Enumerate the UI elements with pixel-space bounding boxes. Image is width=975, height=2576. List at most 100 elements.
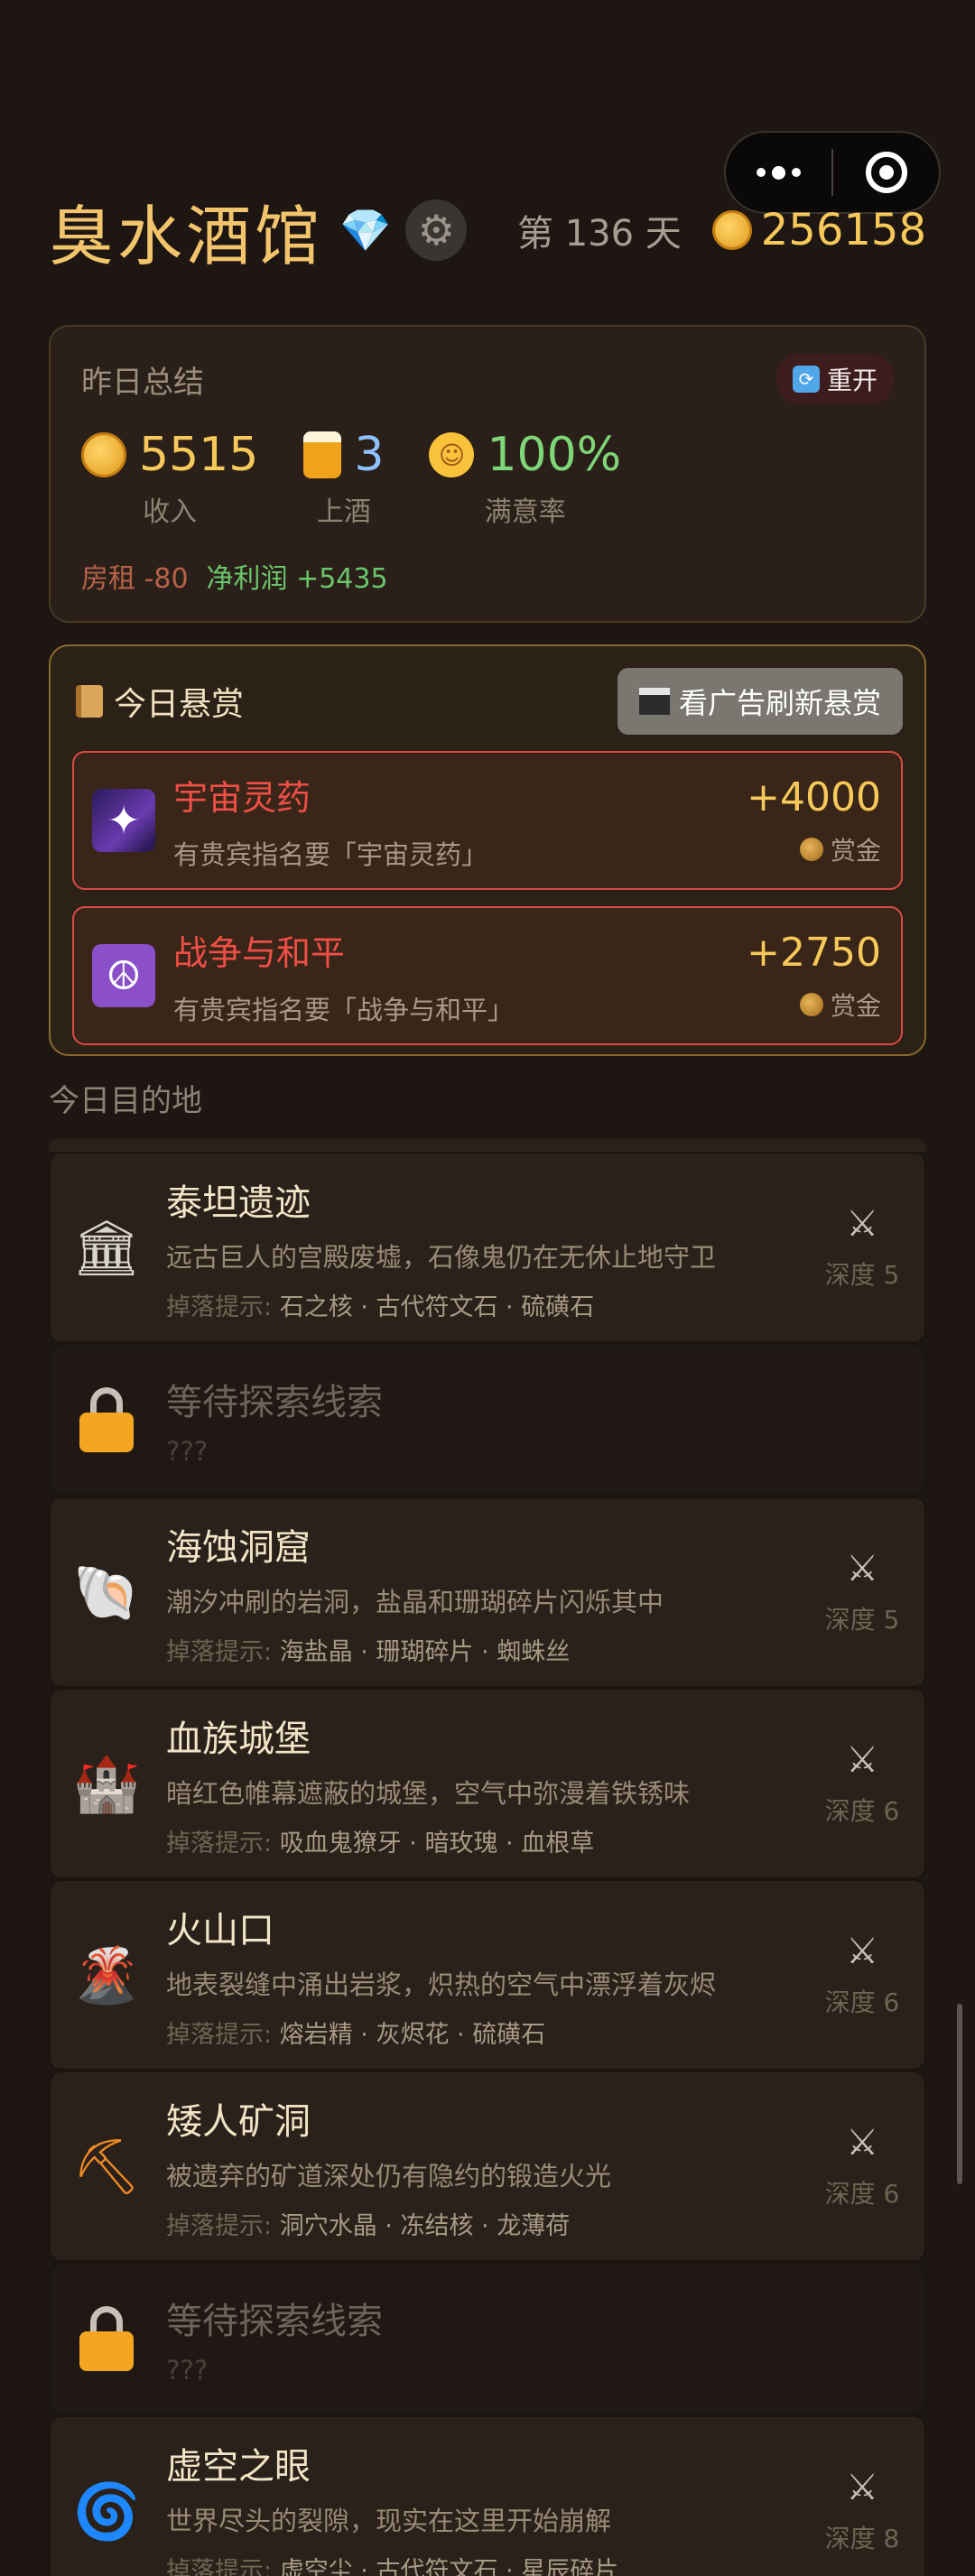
destination-name: 等待探索线索: [166, 2301, 383, 2342]
destination-item[interactable]: ⛏ 矮人矿洞 被遗弃的矿道深处仍有隐约的锻造火光 掉落提示: 洞穴水晶 · 冻结…: [49, 2071, 926, 2262]
drop-hint-label: 掉落提示:: [166, 2556, 273, 2576]
drop-hint-label: 掉落提示:: [166, 1293, 273, 1321]
vortex-icon: 🌀: [72, 2479, 141, 2544]
destination-name: 泰坦遗迹: [166, 1181, 311, 1224]
drop-hint-label: 掉落提示:: [166, 1637, 273, 1666]
bounty-item[interactable]: ☮ 战争与和平 有贵宾指名要「战争与和平」 +2750 赏金: [72, 906, 903, 1045]
destination-desc: ???: [166, 1436, 209, 1467]
bounty-amount: +4000: [747, 774, 881, 820]
drop-items: 吸血鬼獠牙 · 暗玫瑰 · 血根草: [279, 1829, 595, 1858]
summary-title: 昨日总结: [81, 364, 204, 401]
gold-amount: 256158: [760, 205, 926, 255]
destination-item[interactable]: 🌀 虚空之眼 世界尽头的裂隙，现实在这里开始崩解 掉落提示: 虚空尘 · 古代符…: [49, 2415, 926, 2576]
refresh-bounty-label: 看广告刷新悬赏: [678, 686, 881, 720]
refresh-icon: ⟳: [792, 366, 820, 393]
galaxy-icon: ✦: [92, 789, 155, 852]
bounty-desc: 有贵宾指名要「宇宙灵药」: [173, 839, 488, 870]
watch-ad-refresh-button[interactable]: 看广告刷新悬赏: [617, 668, 903, 735]
bounty-name: 宇宙灵药: [173, 777, 311, 818]
destination-item[interactable]: 🏛 泰坦遗迹 远古巨人的宫殿废墟，石像鬼仍在无休止地守卫 掉落提示: 石之核 ·…: [49, 1152, 926, 1343]
drop-hint-label: 掉落提示:: [166, 1829, 273, 1858]
coin-icon: [799, 837, 823, 861]
satisfaction-value: 100%: [487, 428, 622, 482]
crossed-swords-icon: ⚔: [846, 1548, 878, 1589]
served-label: 上酒: [316, 496, 371, 528]
income-label: 收入: [143, 496, 198, 528]
destination-desc: 远古巨人的宫殿废墟，石像鬼仍在无休止地守卫: [166, 1241, 717, 1273]
destination-desc: 被遗弃的矿道深处仍有隐约的锻造火光: [166, 2160, 612, 2191]
target-icon: [865, 152, 907, 193]
crossed-swords-icon: ⚔: [846, 1739, 878, 1781]
drop-hint-label: 掉落提示:: [166, 2020, 273, 2049]
castle-icon: 🏰: [72, 1752, 141, 1816]
crossed-swords-icon: ⚔: [846, 2122, 878, 2164]
destinations-title: 今日目的地: [49, 1083, 202, 1119]
destination-desc: 潮汐冲刷的岩洞，盐晶和珊瑚碎片闪烁其中: [166, 1586, 664, 1617]
destination-name: 矮人矿洞: [166, 2100, 311, 2143]
reopen-button[interactable]: ⟳ 重开: [775, 354, 894, 404]
volcano-icon: 🌋: [72, 1943, 141, 2007]
depth-label: 深度 6: [824, 1796, 900, 1826]
depth-label: 深度 5: [824, 1260, 900, 1290]
destination-desc: 世界尽头的裂隙，现实在这里开始崩解: [166, 2505, 612, 2536]
diamond-icon[interactable]: 💎: [339, 206, 391, 255]
destination-item[interactable]: 🌋 火山口 地表裂缝中涌出岩浆，炽热的空气中漂浮着灰烬 掉落提示: 熔岩精 · …: [49, 1879, 926, 2071]
income-value: 5515: [139, 428, 259, 482]
destination-name: 火山口: [166, 1909, 274, 1951]
crossed-swords-icon: ⚔: [846, 2467, 878, 2508]
locked-destination-item: 等待探索线索 ???: [49, 1343, 926, 1496]
drop-items: 石之核 · 古代符文石 · 硫磺石: [279, 1293, 595, 1321]
destination-item[interactable]: 🏰 血族城堡 暗红色帷幕遮蔽的城堡，空气中弥漫着铁锈味 掉落提示: 吸血鬼獠牙 …: [49, 1688, 926, 1879]
rent-value: 房租 -80: [81, 563, 189, 595]
served-stat: 3 上酒: [303, 428, 384, 529]
coin-icon: [81, 432, 126, 477]
scrollbar[interactable]: [957, 2004, 962, 2184]
bounty-reward-label: 赏金: [830, 835, 881, 866]
lock-icon: [70, 2303, 143, 2375]
depth-label: 深度 6: [824, 2179, 900, 2209]
drop-items: 洞穴水晶 · 冻结核 · 龙薄荷: [279, 2211, 571, 2240]
bounty-title: 今日悬赏: [114, 686, 245, 723]
drop-hint-label: 掉落提示:: [166, 2211, 273, 2240]
depth-label: 深度 8: [824, 2524, 900, 2553]
depth-label: 深度 5: [824, 1605, 900, 1635]
pickaxe-icon: ⛏: [71, 2135, 142, 2199]
smile-icon: ☺: [429, 432, 475, 477]
bounty-reward-label: 赏金: [830, 990, 881, 1021]
net-profit-value: 净利润 +5435: [206, 563, 388, 595]
gear-icon[interactable]: ⚙: [405, 199, 468, 261]
income-stat: 5515 收入: [81, 428, 258, 529]
destination-item[interactable]: 🐚 海蚀洞窟 潮汐冲刷的岩洞，盐晶和珊瑚碎片闪烁其中 掉落提示: 海盐晶 · 珊…: [49, 1496, 926, 1688]
yesterday-summary-card: 昨日总结 ⟳ 重开 5515 收入 3 上酒 ☺ 100% 满意率 房租 -80…: [49, 325, 926, 623]
served-value: 3: [354, 428, 385, 482]
bounty-name: 战争与和平: [173, 932, 346, 973]
destination-desc: 地表裂缝中涌出岩浆，炽热的空气中漂浮着灰烬: [166, 1969, 717, 2000]
satisfaction-label: 满意率: [484, 496, 566, 528]
more-dots-icon: [757, 165, 801, 180]
profit-line: 房租 -80 净利润 +5435: [81, 556, 894, 596]
destination-desc: ???: [166, 2355, 209, 2386]
destination-desc: 暗红色帷幕遮蔽的城堡，空气中弥漫着铁锈味: [166, 1777, 691, 1809]
destination-list[interactable]: 🏛 泰坦遗迹 远古巨人的宫殿废墟，石像鬼仍在无休止地守卫 掉落提示: 石之核 ·…: [49, 1139, 926, 2576]
bounty-desc: 有贵宾指名要「战争与和平」: [173, 994, 515, 1025]
peace-icon: ☮: [92, 944, 155, 1007]
beer-icon: [303, 431, 342, 478]
destination-name: 血族城堡: [166, 1718, 311, 1760]
clapperboard-icon: [638, 688, 670, 715]
header-status: 第 136 天 256158: [517, 204, 926, 256]
bounty-item[interactable]: ✦ 宇宙灵药 有贵宾指名要「宇宙灵药」 +4000 赏金: [72, 751, 903, 890]
top-header: 臭水酒馆 💎 ⚙ 第 136 天 256158: [49, 190, 926, 274]
coin-icon: [799, 992, 823, 1016]
tavern-title: 臭水酒馆: [49, 198, 324, 274]
today-bounty-card: 今日悬赏 看广告刷新悬赏 ✦ 宇宙灵药 有贵宾指名要「宇宙灵药」 +4000 赏…: [49, 644, 926, 1056]
classical-building-icon: 🏛: [71, 1216, 142, 1280]
depth-label: 深度 6: [824, 1988, 900, 2017]
satisfaction-stat: ☺ 100% 满意率: [429, 428, 621, 529]
summary-stats: 5515 收入 3 上酒 ☺ 100% 满意率: [81, 428, 894, 529]
drop-items: 海盐晶 · 珊瑚碎片 · 蜘蛛丝: [279, 1637, 571, 1666]
crossed-swords-icon: ⚔: [846, 1203, 878, 1245]
drop-items: 熔岩精 · 灰烬花 · 硫磺石: [279, 2020, 546, 2049]
shell-icon: 🐚: [72, 1561, 141, 1625]
reopen-label: 重开: [826, 366, 878, 395]
bounty-amount: +2750: [747, 929, 881, 976]
